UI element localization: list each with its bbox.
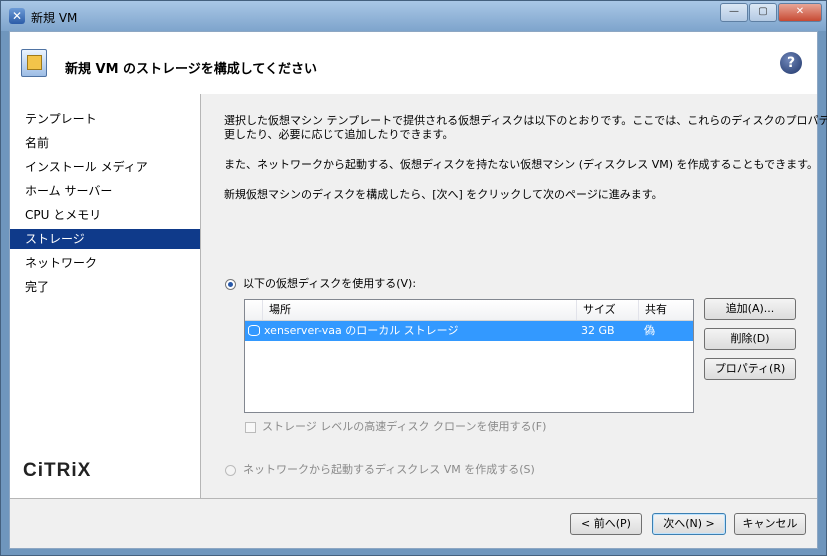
sidebar-item-name[interactable]: 名前: [10, 133, 200, 153]
xencenter-app-icon: ✕: [9, 8, 25, 24]
add-disk-button[interactable]: 追加(A)...: [704, 298, 796, 320]
diskless-vm-radio[interactable]: [225, 465, 236, 476]
storage-page-content: 選択した仮想マシン テンプレートで提供される仮想ディスクは以下のとおりです。ここ…: [201, 94, 827, 498]
disk-properties-button[interactable]: プロパティ(R): [704, 358, 796, 380]
diskless-vm-radio-label[interactable]: ネットワークから起動するディスクレス VM を作成する(S): [243, 462, 535, 478]
cancel-button[interactable]: キャンセル: [734, 513, 806, 535]
help-icon[interactable]: ?: [780, 52, 802, 74]
wizard-window: ✕ 新規 VM — ▢ ✕ 新規 VM のストレージを構成してください ? テン…: [0, 0, 827, 556]
fast-clone-checkbox[interactable]: [245, 422, 256, 433]
column-header-location[interactable]: 場所: [263, 300, 577, 320]
sidebar-item-storage[interactable]: ストレージ: [10, 229, 200, 249]
delete-disk-button[interactable]: 削除(D): [704, 328, 796, 350]
virtual-disks-list[interactable]: 場所 サイズ 共有 xenserver-vaa のローカル ストレージ 32 G…: [244, 299, 694, 413]
title-bar[interactable]: ✕ 新規 VM — ▢ ✕: [1, 1, 826, 31]
citrix-logo: CiTRiX: [23, 460, 92, 481]
vm-storage-icon: [21, 49, 47, 77]
table-row[interactable]: xenserver-vaa のローカル ストレージ 32 GB 偽: [245, 321, 693, 341]
sidebar-item-template[interactable]: テンプレート: [10, 109, 200, 129]
wizard-client: 新規 VM のストレージを構成してください ? テンプレート 名前 インストール…: [9, 31, 827, 549]
wizard-steps-sidebar: テンプレート 名前 インストール メディア ホーム サーバー CPU とメモリ …: [10, 94, 201, 498]
column-icon-spacer: [245, 300, 263, 320]
minimize-button[interactable]: —: [720, 3, 748, 22]
diskless-info-text: また、ネットワークから起動する、仮想ディスクを持たない仮想マシン (ディスクレス…: [224, 158, 819, 171]
sidebar-item-cpu-memory[interactable]: CPU とメモリ: [10, 205, 200, 225]
virtual-disk-icon: [248, 325, 260, 336]
page-title: 新規 VM のストレージを構成してください: [65, 62, 318, 77]
next-step-info-text: 新規仮想マシンのディスクを構成したら、[次へ] をクリックして次のページに進みま…: [224, 188, 663, 201]
sidebar-item-install-media[interactable]: インストール メディア: [10, 157, 200, 177]
use-disks-radio[interactable]: [225, 279, 236, 290]
sidebar-item-network[interactable]: ネットワーク: [10, 253, 200, 273]
sidebar-item-home-server[interactable]: ホーム サーバー: [10, 181, 200, 201]
column-header-size[interactable]: サイズ: [577, 300, 639, 320]
back-button[interactable]: < 前へ(P): [570, 513, 642, 535]
next-button[interactable]: 次へ(N) >: [652, 513, 726, 535]
wizard-header: 新規 VM のストレージを構成してください ?: [10, 32, 817, 95]
maximize-button[interactable]: ▢: [749, 3, 777, 22]
use-disks-radio-label[interactable]: 以下の仮想ディスクを使用する(V):: [243, 276, 416, 292]
column-header-shared[interactable]: 共有: [639, 300, 693, 320]
window-controls: — ▢ ✕: [719, 3, 822, 22]
wizard-footer: < 前へ(P) 次へ(N) > キャンセル: [10, 498, 817, 548]
close-button[interactable]: ✕: [778, 3, 822, 22]
disk-size-cell: 32 GB: [581, 324, 615, 337]
sidebar-item-finish[interactable]: 完了: [10, 277, 200, 297]
disk-location-cell: xenserver-vaa のローカル ストレージ: [264, 324, 459, 337]
disk-shared-cell: 偽: [644, 324, 655, 337]
window-title: 新規 VM: [31, 11, 78, 25]
fast-clone-checkbox-label[interactable]: ストレージ レベルの高速ディスク クローンを使用する(F): [262, 419, 546, 435]
disks-list-header: 場所 サイズ 共有: [245, 300, 693, 321]
intro-line-2: 更したり、必要に応じて追加したりできます。: [224, 128, 454, 141]
